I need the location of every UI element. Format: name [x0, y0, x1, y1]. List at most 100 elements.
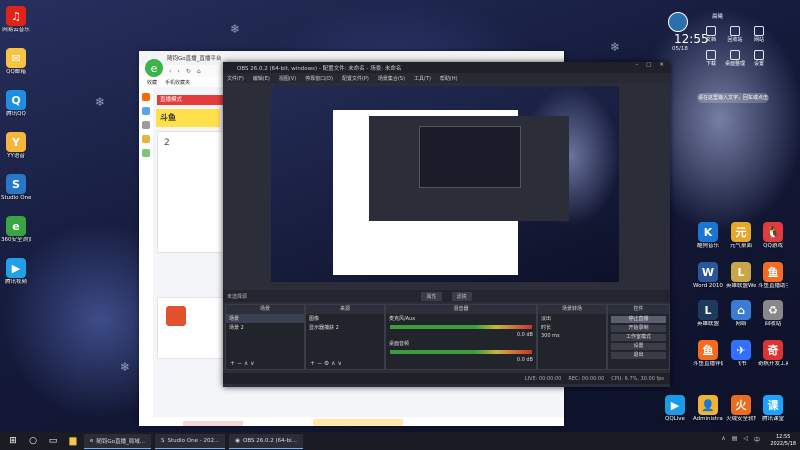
- desktop-icon[interactable]: SStudio One3: [1, 174, 31, 202]
- widget-button[interactable]: 网站: [748, 26, 770, 43]
- content-card[interactable]: 2: [157, 131, 227, 253]
- desktop-icon[interactable]: Q 腾讯QQ: [1, 90, 31, 118]
- file-explorer-icon[interactable]: ▆: [66, 435, 80, 447]
- network-icon[interactable]: ▤: [732, 435, 738, 444]
- back-icon[interactable]: ‹: [169, 68, 171, 75]
- desktop-icon[interactable]: 鱼斗鱼直播伴侣: [693, 340, 723, 368]
- obs-menu-item[interactable]: 编辑(E): [253, 75, 270, 82]
- forward-icon[interactable]: ›: [177, 68, 179, 75]
- start-recording-button[interactable]: 开始录制: [611, 325, 666, 332]
- widget-button-icon: [754, 26, 764, 36]
- footer-emotes: [313, 419, 403, 426]
- minimize-icon[interactable]: –: [635, 62, 638, 68]
- bookmark-mobile[interactable]: 手机收藏夹: [165, 79, 190, 86]
- close-icon[interactable]: ✕: [659, 62, 664, 68]
- taskbar-clock[interactable]: 12:55 2022/5/18: [770, 434, 796, 448]
- obs-menu-item[interactable]: 配置文件(P): [342, 75, 369, 82]
- desktop-icon[interactable]: L 英雄联盟: [693, 300, 723, 328]
- desktop-icon[interactable]: 元元气桌面: [726, 222, 756, 250]
- widget-button[interactable]: 桌面整理: [724, 50, 746, 67]
- source-item[interactable]: 图像: [306, 314, 384, 323]
- desktop-icon[interactable]: 课腾讯课堂: [758, 395, 788, 423]
- no-source-label: 未选择源: [227, 293, 248, 300]
- sidebar-icon[interactable]: [142, 93, 150, 101]
- sidebar-icon[interactable]: [142, 149, 150, 157]
- transition-duration-label: 时长: [541, 325, 552, 331]
- search-icon[interactable]: ○: [26, 435, 40, 447]
- widget-button-icon: [754, 50, 764, 60]
- transition-type[interactable]: 淡出: [538, 314, 606, 323]
- taskbar-app-button[interactable]: S Studio One - 202...: [155, 433, 226, 449]
- obs-window[interactable]: OBS 26.0.2 (64-bit, windows) - 配置文件: 未命名…: [223, 62, 670, 387]
- home-icon[interactable]: ⌂: [197, 68, 201, 75]
- task-view-icon[interactable]: ▭: [46, 435, 60, 447]
- studio-mode-button[interactable]: 工作室模式: [611, 334, 666, 341]
- widget-button[interactable]: 回收站: [724, 26, 746, 43]
- settings-button[interactable]: 设置: [611, 343, 666, 350]
- app-icon: 🐧: [763, 222, 783, 242]
- desktop-icon[interactable]: W Word 2010: [693, 262, 723, 290]
- sidebar-icon[interactable]: [142, 107, 150, 115]
- obs-menu-item[interactable]: 工具(T): [414, 75, 431, 82]
- taskbar-app-icon: ◉: [235, 437, 241, 444]
- obs-menu-item[interactable]: 场景集合(S): [378, 75, 405, 82]
- cpu-status: CPU: 6.7%, 30.00 fps: [611, 375, 664, 382]
- desktop-icon[interactable]: ♫ 网易云音乐: [1, 6, 31, 34]
- obs-menu-item[interactable]: 停靠窗口(D): [305, 75, 333, 82]
- widget-button[interactable]: 文档: [700, 26, 722, 43]
- bookmark-favorites[interactable]: 收藏: [147, 79, 157, 86]
- desktop-icon[interactable]: L英雄联盟WeGame: [726, 262, 756, 290]
- desktop-icon[interactable]: ♻ 回收站: [758, 300, 788, 328]
- obs-titlebar: OBS 26.0.2 (64-bit, windows) - 配置文件: 未命名…: [223, 62, 670, 73]
- widget-button[interactable]: 设置: [748, 50, 770, 67]
- volume-icon[interactable]: ◁: [743, 435, 748, 444]
- card-count: 2: [164, 138, 170, 148]
- desktop-icon[interactable]: 奇奇帆开发工具: [758, 340, 788, 368]
- source-item[interactable]: 显示器捕获 2: [306, 323, 384, 332]
- obs-preview[interactable]: [271, 86, 619, 282]
- widget-button[interactable]: 下载: [700, 50, 722, 67]
- refresh-icon[interactable]: ↻: [186, 68, 191, 75]
- scene-item[interactable]: 场景 2: [226, 323, 304, 332]
- desktop-icon[interactable]: ▶ 腾讯视频: [1, 258, 31, 286]
- desktop-icon[interactable]: ✉ QQ邮箱: [1, 48, 31, 76]
- chevron-up-icon[interactable]: ∧: [721, 435, 725, 444]
- obs-menu-item[interactable]: 文件(F): [227, 75, 244, 82]
- desktop-icon[interactable]: ⌂ 网络: [726, 300, 756, 328]
- desktop-icon[interactable]: 🐧 QQ游戏: [758, 222, 788, 250]
- scene-item[interactable]: 场景: [226, 314, 304, 323]
- source-add-icon[interactable]: + − ⚙ ∧ ∨: [310, 360, 342, 367]
- widget-logo-icon: [668, 12, 688, 32]
- app-icon: 火: [731, 395, 751, 415]
- desktop-icon[interactable]: 火火绒安全软件: [726, 395, 756, 423]
- desktop-icon[interactable]: Y YY语音: [1, 132, 31, 160]
- app-icon: e: [6, 216, 26, 236]
- properties-button[interactable]: 属性: [421, 291, 442, 301]
- sidebar-icon[interactable]: [142, 135, 150, 143]
- obs-menu-item[interactable]: 视图(V): [279, 75, 296, 82]
- desktop-icon-label: QQLive: [665, 416, 685, 422]
- scene-add-icon[interactable]: + − ∧ ∨: [230, 360, 255, 367]
- taskbar-app-button[interactable]: e 随钧Go直播_局域...: [84, 433, 152, 449]
- widget-search[interactable]: 请在这里输入文字，回车或点击: [697, 93, 769, 103]
- transition-duration[interactable]: 300 ms: [538, 332, 606, 340]
- exit-button[interactable]: 退出: [611, 352, 666, 359]
- desktop-icon[interactable]: K 酷狗音乐: [693, 222, 723, 250]
- ime-icon[interactable]: 中: [754, 435, 760, 444]
- desktop-icon[interactable]: 👤Administrator: [693, 395, 723, 423]
- content-card[interactable]: [157, 297, 227, 359]
- maximize-icon[interactable]: □: [646, 62, 651, 68]
- rec-status: REC: 00:00:00: [568, 375, 605, 382]
- desktop-icon[interactable]: ✈ 飞书: [726, 340, 756, 368]
- desktop-icon[interactable]: e360安全浏览器: [1, 216, 31, 244]
- obs-menu-item[interactable]: 帮助(H): [440, 75, 458, 82]
- desktop-icon[interactable]: 鱼斗鱼直播助手: [758, 262, 788, 290]
- stop-streaming-button[interactable]: 停止直播: [611, 316, 666, 323]
- source-toolbar: 未选择源 属性 滤镜: [223, 290, 670, 302]
- desktop-icon[interactable]: ▶ QQLive: [660, 395, 690, 423]
- windows-start-icon[interactable]: ⊞: [6, 435, 20, 447]
- taskbar-app-button[interactable]: ◉ OBS 26.0.2 (64-bi...: [229, 433, 303, 449]
- desktop-icon-label: 奇帆开发工具: [758, 361, 788, 367]
- filters-button[interactable]: 滤镜: [451, 291, 472, 301]
- sidebar-icon[interactable]: [142, 121, 150, 129]
